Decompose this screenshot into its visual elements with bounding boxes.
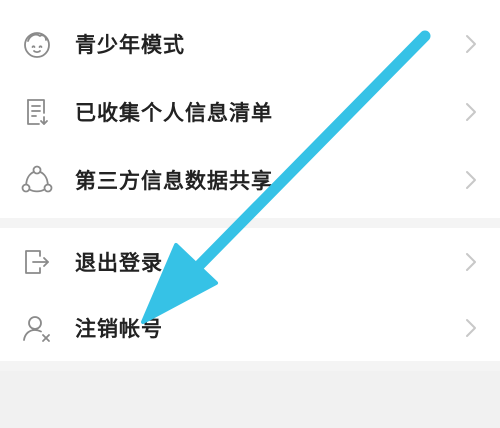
chevron-right-icon bbox=[464, 251, 478, 273]
menu-item-label: 注销帐号 bbox=[75, 317, 163, 341]
chevron-right-icon bbox=[464, 169, 478, 191]
settings-group-account: 退出登录 注销帐号 bbox=[0, 228, 500, 361]
menu-item-personal-info-list[interactable]: 已收集个人信息清单 bbox=[0, 78, 500, 146]
teen-face-icon bbox=[20, 27, 54, 61]
chevron-right-icon bbox=[464, 101, 478, 123]
delete-account-icon bbox=[20, 311, 54, 345]
menu-item-label: 已收集个人信息清单 bbox=[75, 101, 273, 125]
share-nodes-icon bbox=[20, 163, 54, 197]
chevron-right-icon bbox=[464, 317, 478, 339]
chevron-right-icon bbox=[464, 33, 478, 55]
menu-item-label: 退出登录 bbox=[75, 251, 163, 275]
menu-item-delete-account[interactable]: 注销帐号 bbox=[0, 294, 500, 362]
menu-item-teen-mode[interactable]: 青少年模式 bbox=[0, 10, 500, 78]
bottom-panel bbox=[0, 371, 500, 428]
menu-item-logout[interactable]: 退出登录 bbox=[0, 228, 500, 296]
logout-icon bbox=[20, 245, 54, 279]
menu-item-label: 第三方信息数据共享 bbox=[75, 169, 273, 193]
settings-screen: 青少年模式 已收集个人信息清单 第三方信息数据共享 退出登录 注销帐号 bbox=[0, 0, 500, 428]
document-list-icon bbox=[20, 95, 54, 129]
settings-group-privacy: 青少年模式 已收集个人信息清单 第三方信息数据共享 bbox=[0, 0, 500, 218]
menu-item-third-party-sharing[interactable]: 第三方信息数据共享 bbox=[0, 146, 500, 214]
menu-item-label: 青少年模式 bbox=[75, 33, 185, 57]
